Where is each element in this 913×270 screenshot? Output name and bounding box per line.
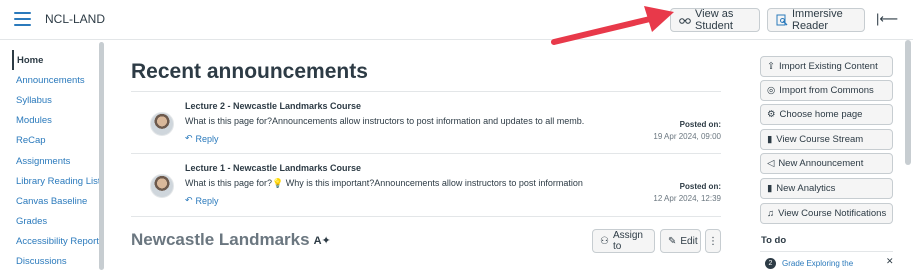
nav-item-announcements[interactable]: Announcements <box>12 70 104 90</box>
reply-label: Reply <box>195 133 219 144</box>
immersive-reader-icon <box>776 14 788 26</box>
import-existing-content-label: Import Existing Content <box>778 61 878 72</box>
user-icon: ⚇ <box>600 235 609 247</box>
close-icon[interactable]: ✕ <box>886 256 894 267</box>
section-title: Newcastle Landmarks A✦ <box>131 230 331 250</box>
view-course-notifications-button[interactable]: ♫ View Course Notifications <box>760 203 893 224</box>
announcement-body: What is this page for?💡 Why is this impo… <box>185 178 585 189</box>
immersive-reader-label: Immersive Reader <box>792 8 843 32</box>
collapse-sidebar-icon[interactable]: |⟵ <box>876 11 898 27</box>
bar-chart-icon: ▮ <box>767 134 773 145</box>
commons-icon: ◎ <box>767 85 776 96</box>
avatar <box>150 174 174 198</box>
todo-heading: To do <box>761 235 787 246</box>
new-announcement-label: New Announcement <box>778 158 864 169</box>
edit-button[interactable]: ✎ Edit <box>660 229 701 253</box>
more-options-button[interactable]: ⋮ <box>705 229 721 253</box>
settings-icon: ⚙ <box>767 109 776 120</box>
posted-date: 12 Apr 2024, 12:39 <box>653 194 721 203</box>
posted-date: 19 Apr 2024, 09:00 <box>653 132 721 141</box>
import-existing-content-button[interactable]: ⇪ Import Existing Content <box>760 56 893 77</box>
nav-item-modules[interactable]: Modules <box>12 111 104 131</box>
view-as-student-button[interactable]: View as Student <box>670 8 760 32</box>
view-as-student-label: View as Student <box>695 8 734 32</box>
announcement-item: Lecture 2 - Newcastle Landmarks Course W… <box>131 91 721 154</box>
reply-link[interactable]: ↶ Reply <box>185 195 219 206</box>
glasses-icon <box>679 16 691 24</box>
reply-icon: ↶ <box>185 133 193 143</box>
nav-item-grades[interactable]: Grades <box>12 212 104 232</box>
nav-item-library-reading-list[interactable]: Library Reading List <box>12 171 104 191</box>
new-analytics-button[interactable]: ▮ New Analytics <box>760 178 893 199</box>
new-analytics-label: New Analytics <box>776 183 836 194</box>
announcement-item: Lecture 1 - Newcastle Landmarks Course W… <box>131 154 721 217</box>
todo-count-badge: 2 <box>765 258 776 269</box>
announcement-body-end: Why is this important?Announcements allo… <box>283 178 585 188</box>
import-from-commons-label: Import from Commons <box>779 85 874 96</box>
announcement-body-start: What is this page for? <box>185 178 273 188</box>
hamburger-menu-icon[interactable] <box>14 12 31 26</box>
assign-to-button[interactable]: ⚇ Assign to <box>592 229 655 253</box>
avatar <box>150 112 174 136</box>
page-title: Recent announcements <box>131 60 368 83</box>
reply-icon: ↶ <box>185 195 193 205</box>
course-navigation: Home Announcements Syllabus Modules ReCa… <box>12 50 104 270</box>
nav-scrollbar[interactable] <box>99 42 104 270</box>
nav-item-home[interactable]: Home <box>12 50 104 71</box>
edit-label: Edit <box>680 235 698 247</box>
bell-icon: ♫ <box>767 208 775 219</box>
kebab-menu-icon: ⋮ <box>708 235 718 247</box>
import-icon: ⇪ <box>767 61 775 72</box>
nav-item-syllabus[interactable]: Syllabus <box>12 90 104 110</box>
page-scrollbar[interactable] <box>905 40 911 165</box>
todo-item[interactable]: 2 Grade Exploring the <box>765 258 853 269</box>
choose-home-page-button[interactable]: ⚙ Choose home page <box>760 104 893 125</box>
nav-item-recap[interactable]: ReCap <box>12 131 104 151</box>
todo-item-label: Grade Exploring the <box>782 259 854 268</box>
megaphone-icon: ◁ <box>767 158 775 169</box>
view-course-stream-button[interactable]: ▮ View Course Stream <box>760 129 893 150</box>
analytics-icon: ▮ <box>767 183 773 194</box>
course-title: NCL-LAND <box>45 12 106 26</box>
lightbulb-icon: 💡 <box>272 178 284 188</box>
reply-link[interactable]: ↶ Reply <box>185 133 219 144</box>
posted-on-label: Posted on: <box>679 182 721 191</box>
sparkle-icon: A✦ <box>313 234 331 247</box>
view-course-notifications-label: View Course Notifications <box>778 208 887 219</box>
top-bar: NCL-LAND View as Student Immersive Reade… <box>0 0 913 40</box>
nav-item-discussions[interactable]: Discussions <box>12 252 104 270</box>
immersive-reader-button[interactable]: Immersive Reader <box>767 8 865 32</box>
import-from-commons-button[interactable]: ◎ Import from Commons <box>760 80 893 101</box>
view-course-stream-label: View Course Stream <box>776 134 864 145</box>
pencil-icon: ✎ <box>668 235 677 247</box>
reply-label: Reply <box>195 195 219 206</box>
red-arrow-annotation <box>551 6 674 45</box>
posted-on-label: Posted on: <box>679 120 721 129</box>
new-announcement-button[interactable]: ◁ New Announcement <box>760 153 893 174</box>
todo-divider <box>760 251 893 252</box>
nav-item-assignments[interactable]: Assignments <box>12 151 104 171</box>
announcement-body: What is this page for?Announcements allo… <box>185 116 585 126</box>
announcement-title[interactable]: Lecture 2 - Newcastle Landmarks Course <box>185 101 361 111</box>
assign-to-label: Assign to <box>612 230 643 252</box>
announcement-title[interactable]: Lecture 1 - Newcastle Landmarks Course <box>185 163 361 173</box>
nav-item-canvas-baseline[interactable]: Canvas Baseline <box>12 191 104 211</box>
nav-item-accessibility-report[interactable]: Accessibility Report <box>12 232 104 252</box>
choose-home-page-label: Choose home page <box>779 109 863 120</box>
section-title-text: Newcastle Landmarks <box>131 230 310 249</box>
